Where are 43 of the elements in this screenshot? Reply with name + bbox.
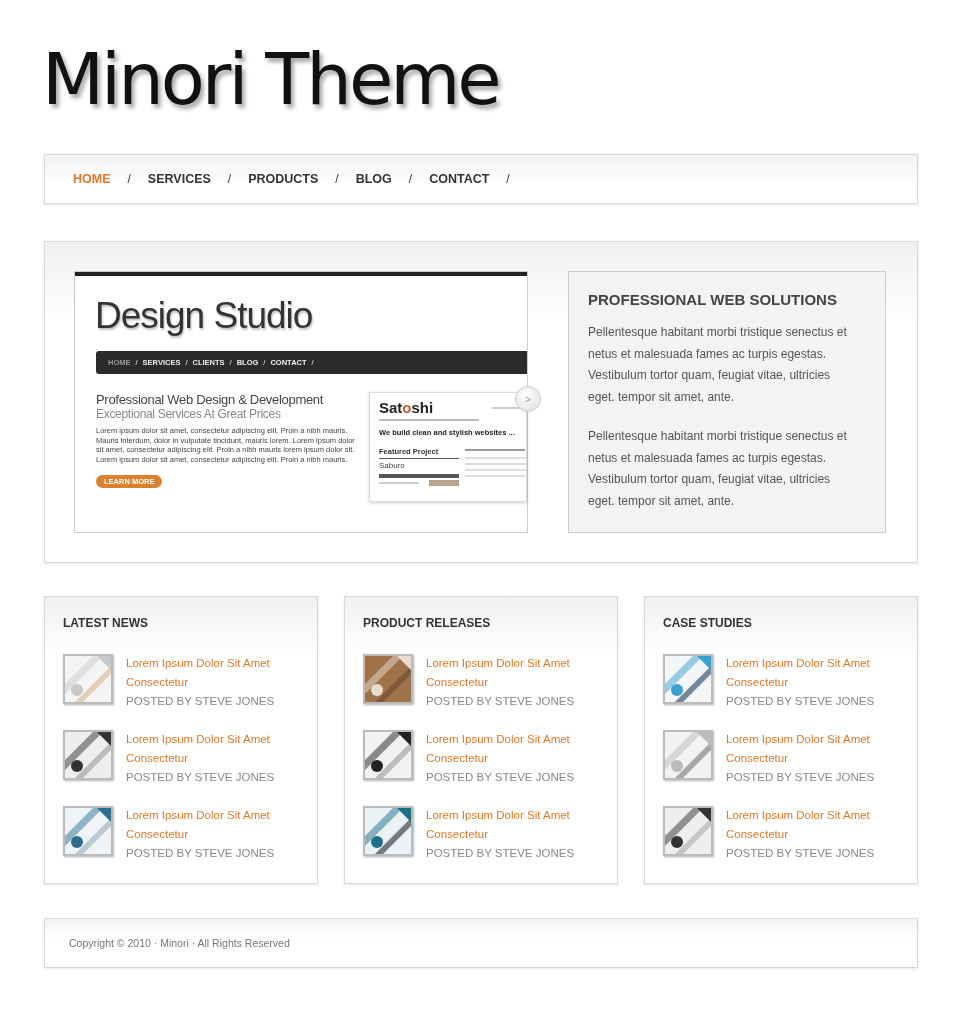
post-title-link[interactable]: Lorem Ipsum Dolor Sit Amet Consectetur — [126, 806, 276, 845]
panel-paragraph: Pellentesque habitant morbi tristique senectus et netus et malesuada fames ac turpis egestas. Vestibulum tortor quam, feugiat vitae, ultricies eget. tempor sit amet, ante. — [588, 428, 848, 510]
post-byline: POSTED BY STEVE JONES — [426, 694, 576, 710]
preview-project-name: Saburo — [379, 461, 406, 471]
post-title-link[interactable]: Lorem Ipsum Dolor Sit Amet Consectetur — [726, 730, 876, 769]
panel-paragraph: Pellentesque habitant morbi tristique senectus et netus et malesuada fames ac turpis egestas. Vestibulum tortor quam, feugiat vitae, ultricies eget. tempor sit amet, ante. — [588, 324, 848, 406]
post-title-link[interactable]: Lorem Ipsum Dolor Sit Amet Consectetur — [126, 730, 276, 769]
nav-separator: / — [408, 172, 413, 187]
slide-heading: Professional Web Design & Development — [96, 392, 325, 408]
post-byline: POSTED BY STEVE JONES — [726, 846, 876, 862]
post-byline: POSTED BY STEVE JONES — [426, 846, 576, 862]
preview-nav-lines — [492, 405, 522, 410]
post-title-link[interactable]: Lorem Ipsum Dolor Sit Amet Consectetur — [726, 654, 876, 693]
post-title-link[interactable]: Lorem Ipsum Dolor Sit Amet Consectetur — [726, 806, 876, 845]
slide-title: Design Studio — [95, 296, 314, 338]
post-byline: POSTED BY STEVE JONES — [126, 846, 276, 862]
post-byline: POSTED BY STEVE JONES — [126, 770, 276, 786]
nav-separator: / — [127, 172, 131, 187]
site-title: Minori Theme — [42, 36, 499, 123]
next-slide-button[interactable]: > — [515, 386, 541, 413]
nav-separator: / — [335, 172, 339, 187]
post-title-link[interactable]: Lorem Ipsum Dolor Sit Amet Consectetur — [426, 730, 576, 769]
nav-separator: / — [506, 172, 510, 187]
nav-link[interactable]: BLOG — [355, 172, 392, 187]
preview-logo: Satoshi — [379, 399, 434, 417]
column-title: PRODUCT RELEASES — [363, 616, 492, 631]
panel-title: PROFESSIONAL WEB SOLUTIONS — [588, 291, 838, 309]
nav-link[interactable]: PRODUCTS — [248, 172, 319, 187]
nav-separator: / — [227, 172, 232, 187]
post-byline: POSTED BY STEVE JONES — [726, 694, 876, 710]
post-byline: POSTED BY STEVE JONES — [126, 694, 276, 710]
slide-subheading: Exceptional Services At Great Prices — [96, 407, 282, 422]
copyright-text: Copyright © 2010 · Minori · All Rights Reserved — [69, 937, 290, 950]
post-title-link[interactable]: Lorem Ipsum Dolor Sit Amet Consectetur — [426, 654, 576, 693]
post-title-link[interactable]: Lorem Ipsum Dolor Sit Amet Consectetur — [426, 806, 576, 845]
column-title: LATEST NEWS — [63, 616, 150, 631]
nav-link[interactable]: SERVICES — [147, 172, 211, 187]
post-byline: POSTED BY STEVE JONES — [726, 770, 876, 786]
post-title-link[interactable]: Lorem Ipsum Dolor Sit Amet Consectetur — [126, 654, 276, 693]
post-byline: POSTED BY STEVE JONES — [426, 770, 576, 786]
nav-link[interactable]: HOME — [73, 172, 111, 187]
nav-link[interactable]: CONTACT — [429, 172, 490, 187]
column-title: CASE STUDIES — [663, 616, 753, 631]
